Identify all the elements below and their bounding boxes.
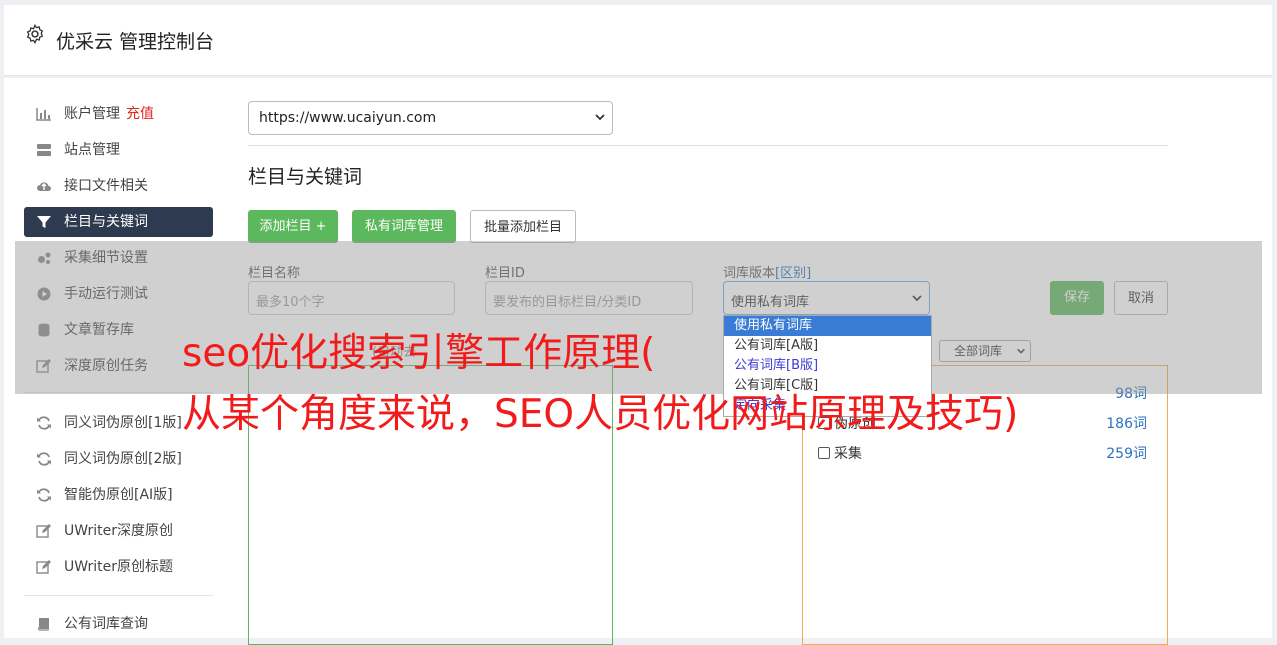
site-select[interactable]: https://www.ucaiyun.com bbox=[248, 101, 613, 135]
sidebar-item-label: 栏目与关键词 bbox=[64, 214, 148, 230]
sidebar-item-label: 公有词库查询 bbox=[64, 616, 148, 632]
sidebar-item-label: 智能伪原创[AI版] bbox=[64, 487, 173, 503]
dropdown-option[interactable]: 使用私有词库 bbox=[724, 316, 931, 336]
chevron-down-icon bbox=[595, 114, 605, 121]
gear-icon bbox=[26, 23, 44, 45]
sidebar-item-label: UWriter深度原创 bbox=[64, 523, 173, 539]
site-select-value: https://www.ucaiyun.com bbox=[259, 110, 437, 126]
app-title: 优采云 管理控制台 bbox=[56, 31, 215, 53]
sidebar-item-label: 同义词伪原创[1版] bbox=[64, 415, 182, 431]
top-header: 优采云 管理控制台 bbox=[4, 5, 1272, 76]
sidebar-item-uwriter-title[interactable]: UWriter原创标题 bbox=[24, 552, 213, 582]
section-title: 栏目与关键词 bbox=[248, 166, 363, 188]
word-lib-row[interactable]: 采集 bbox=[818, 443, 862, 463]
bar-chart-icon bbox=[36, 108, 51, 121]
sidebar-item-uwriter-deep[interactable]: UWriter深度原创 bbox=[24, 516, 213, 546]
cloud-upload-icon bbox=[37, 182, 51, 191]
batch-add-button[interactable]: 批量添加栏目 bbox=[470, 210, 576, 243]
book-icon bbox=[37, 618, 49, 631]
sidebar-item-public-lib[interactable]: 公有词库查询 bbox=[24, 609, 213, 639]
filter-icon bbox=[37, 216, 51, 228]
sidebar-item-account[interactable]: 账户管理 充值 bbox=[24, 99, 213, 129]
edit-icon bbox=[36, 524, 51, 538]
server-icon bbox=[37, 144, 51, 156]
sidebar-item-api-files[interactable]: 接口文件相关 bbox=[24, 171, 213, 201]
sidebar-item-columns-keywords[interactable]: 栏目与关键词 bbox=[24, 207, 213, 237]
sidebar-item-label: 接口文件相关 bbox=[64, 178, 148, 194]
watermark-line-2: 从某个角度来说，SEO人员优化网站原理及技巧) bbox=[182, 392, 1019, 437]
dropdown-option[interactable]: 公有词库[A版] bbox=[724, 336, 931, 356]
refresh-icon bbox=[37, 488, 51, 502]
sidebar-divider bbox=[24, 595, 213, 596]
sidebar-item-label: 账户管理 bbox=[64, 106, 120, 122]
private-lib-button[interactable]: 私有词库管理 bbox=[352, 210, 456, 243]
word-count: 186词 bbox=[1106, 416, 1147, 432]
sidebar-item-label: 站点管理 bbox=[64, 142, 120, 158]
checkbox[interactable] bbox=[818, 447, 830, 459]
sidebar-item-synonym-v2[interactable]: 同义词伪原创[2版] bbox=[24, 444, 213, 474]
divider bbox=[248, 145, 1168, 146]
sidebar-item-ai-rewrite[interactable]: 智能伪原创[AI版] bbox=[24, 480, 213, 510]
add-column-button[interactable]: 添加栏目 + bbox=[248, 210, 338, 243]
edit-icon bbox=[36, 560, 51, 574]
recharge-link[interactable]: 充值 bbox=[126, 106, 154, 122]
watermark-line-1: seo优化搜索引擎工作原理( bbox=[182, 331, 656, 376]
refresh-icon bbox=[37, 452, 51, 466]
word-lib-label: 采集 bbox=[834, 446, 862, 462]
refresh-icon bbox=[37, 416, 51, 430]
sidebar-item-sites[interactable]: 站点管理 bbox=[24, 135, 213, 165]
dropdown-option[interactable]: 公有词库[B版] bbox=[724, 356, 931, 376]
word-count: 259词 bbox=[1106, 446, 1147, 462]
sidebar-item-label: UWriter原创标题 bbox=[64, 559, 173, 575]
sidebar-item-label: 同义词伪原创[2版] bbox=[64, 451, 182, 467]
